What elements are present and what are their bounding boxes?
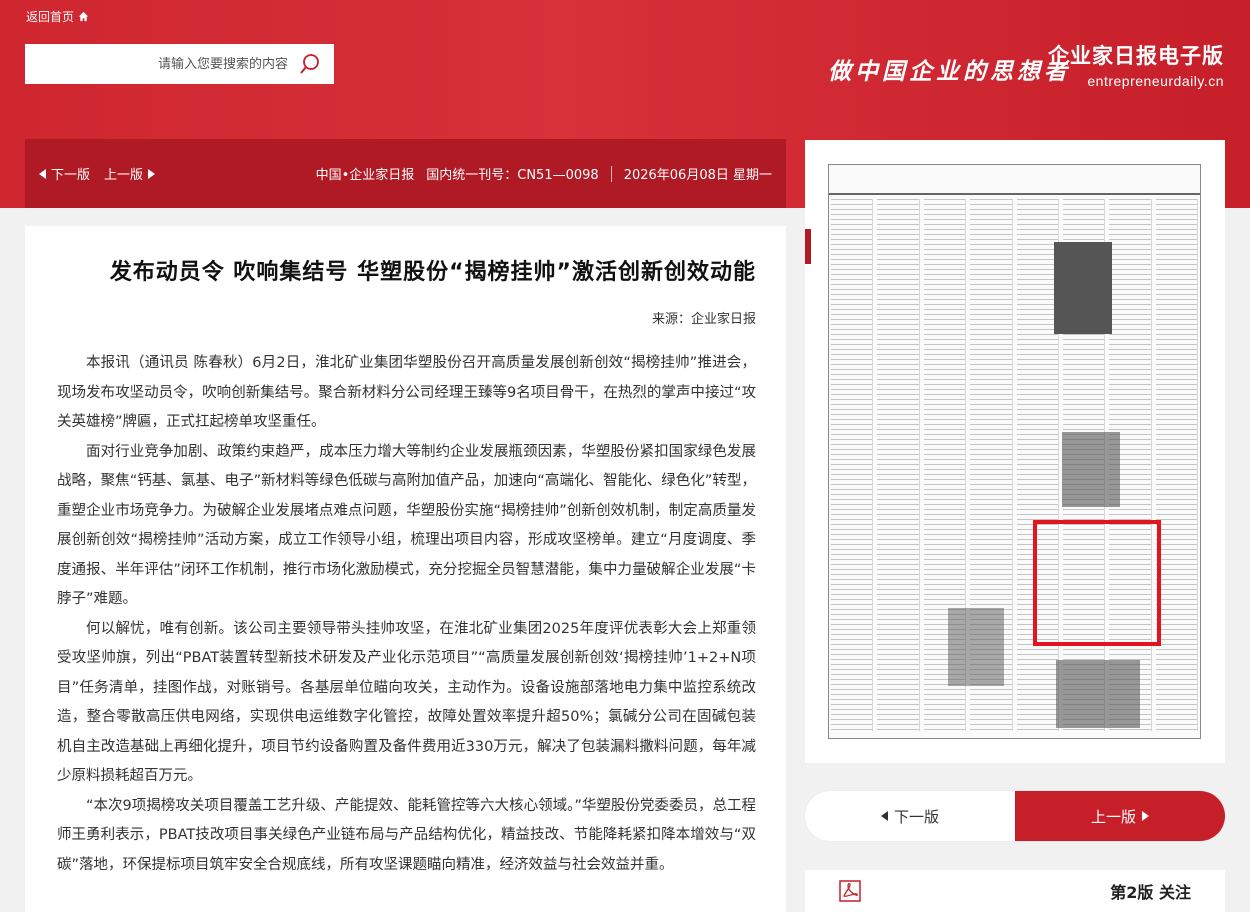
- article-panel: 发布动员令 吹响集结号 华塑股份“揭榜挂帅”激活创新创效动能 来源：企业家日报 …: [25, 226, 786, 912]
- thumbnail-photo: [1054, 242, 1112, 334]
- newspaper-page-thumbnail[interactable]: [828, 164, 1201, 739]
- article-paragraph: 面对行业竞争加剧、政策约束趋严，成本压力增大等制约企业发展瓶颈因素，华塑股份紧扣…: [57, 443, 756, 608]
- pdf-icon[interactable]: [839, 880, 861, 902]
- issn-number: 国内统一刊号：CN51—0098: [426, 168, 599, 183]
- search-input[interactable]: [48, 56, 288, 72]
- article-title: 发布动员令 吹响集结号 华塑股份“揭榜挂帅”激活创新创效动能: [109, 260, 756, 285]
- active-marker: [805, 229, 811, 264]
- pager-next-label: 下一版: [893, 807, 939, 826]
- brand-logo[interactable]: 企业家日报电子版 entrepreneurdaily.cn: [1048, 40, 1224, 89]
- home-link-label: 返回首页: [26, 10, 75, 24]
- next-edition-button[interactable]: 上一版: [104, 164, 156, 183]
- thumbnail-photo: [948, 608, 1004, 686]
- brand-name-cn: 企业家日报电子版: [1048, 44, 1224, 68]
- home-link[interactable]: 返回首页: [26, 8, 89, 25]
- article-body: 本报讯（通讯员 陈春秋）6月2日，淮北矿业集团华塑股份召开高质量发展创新创效“揭…: [57, 349, 756, 880]
- home-icon: [78, 11, 89, 22]
- article-source: 来源：企业家日报: [651, 312, 756, 327]
- thumbnail-photo: [1056, 660, 1140, 728]
- paper-name: 中国•企业家日报: [315, 168, 415, 183]
- publish-date: 2026年06月08日 星期一: [623, 168, 772, 183]
- article-paragraph: 何以解忧，唯有创新。该公司主要领导带头挂帅攻坚，在淮北矿业集团2025年度评优表…: [57, 620, 756, 785]
- pager-next-button[interactable]: 下一版: [805, 791, 1015, 841]
- caret-right-icon: [148, 168, 156, 179]
- prev-edition-button[interactable]: 下一版: [39, 164, 90, 183]
- pager-prev-label: 上一版: [1090, 807, 1136, 826]
- search-box: [25, 44, 334, 84]
- article-highlight-box[interactable]: [1033, 520, 1161, 646]
- edition-label: 第2版 关注: [1110, 883, 1191, 902]
- prev-edition-label: 下一版: [51, 168, 91, 183]
- edition-title-bar: 第2版 关注: [805, 870, 1225, 912]
- nav-divider: [610, 165, 612, 182]
- next-edition-label: 上一版: [104, 168, 144, 183]
- caret-right-icon: [1142, 811, 1149, 821]
- caret-left-icon: [39, 168, 46, 179]
- thumbnail-masthead: [829, 165, 1200, 195]
- pager-prev-button[interactable]: 上一版: [1015, 791, 1225, 841]
- brand-name-en: entrepreneurdaily.cn: [1087, 73, 1224, 89]
- edition-nav-bar: 下一版 上一版 中国•企业家日报 国内统一刊号：CN51—0098 2026年0…: [25, 139, 786, 208]
- search-icon[interactable]: [298, 52, 322, 76]
- thumbnail-photo: [1062, 432, 1120, 507]
- article-paragraph: 本报讯（通讯员 陈春秋）6月2日，淮北矿业集团华塑股份召开高质量发展创新创效“揭…: [57, 355, 756, 430]
- article-paragraph: “本次9项揭榜攻关项目覆盖工艺升级、产能提效、能耗管控等六大核心领域。”华塑股份…: [57, 797, 756, 873]
- brand-slogan: 做中国企业的思想者: [828, 58, 1071, 85]
- edition-pager: 下一版 上一版: [805, 791, 1225, 841]
- caret-left-icon: [880, 811, 888, 821]
- thumbnail-columns: [829, 195, 1200, 735]
